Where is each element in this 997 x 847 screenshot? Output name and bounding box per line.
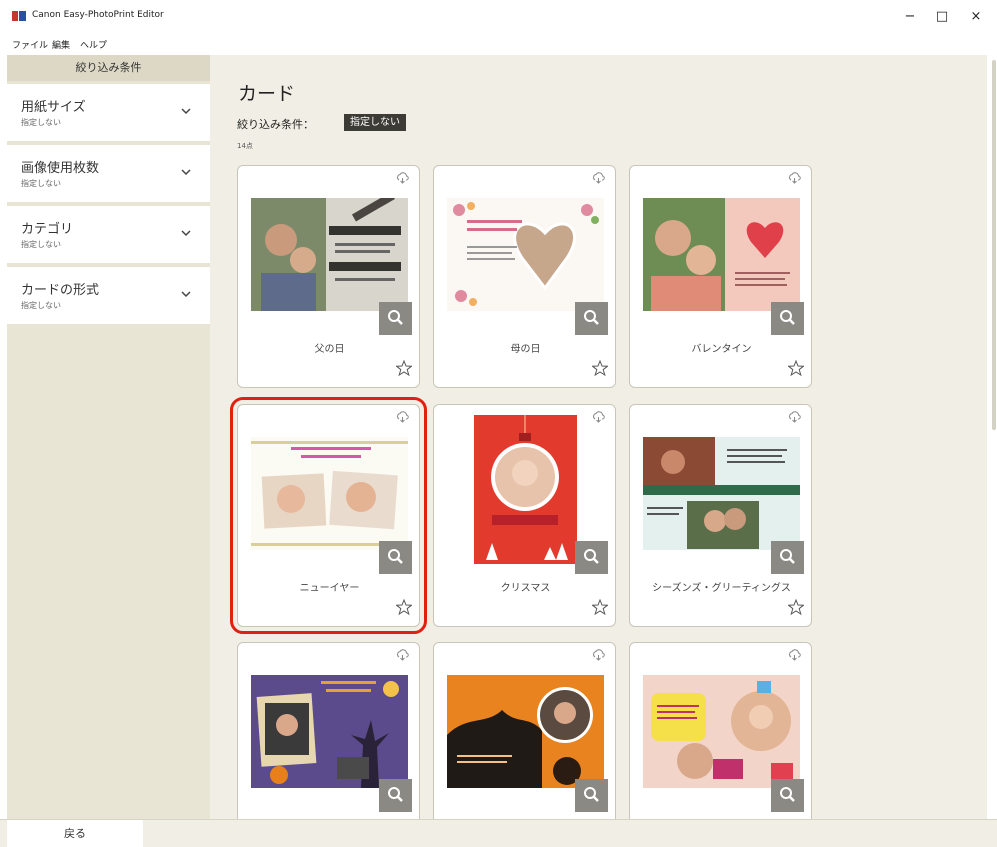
card-label: クリスマス xyxy=(500,583,551,594)
card-label: バレンタイン xyxy=(691,344,752,355)
card-thumbnail xyxy=(643,675,800,788)
favorite-star-icon[interactable] xyxy=(788,599,804,615)
scrollbar-thumb[interactable] xyxy=(992,60,996,430)
sidebar-header: 絞り込み条件 xyxy=(7,55,210,81)
card-label: 父の日 xyxy=(314,344,345,355)
back-button[interactable]: 戻る xyxy=(7,820,143,847)
minimize-button[interactable]: − xyxy=(900,8,920,26)
search-icon xyxy=(780,549,795,564)
filter-title: カテゴリ xyxy=(21,222,74,237)
card-thumbnail xyxy=(643,198,800,311)
filter-condition-chip: 指定しない xyxy=(344,114,406,131)
favorite-star-icon[interactable] xyxy=(396,360,412,376)
filter-value: 指定しない xyxy=(21,179,61,188)
cloud-download-icon xyxy=(789,172,801,184)
maximize-button[interactable]: □ xyxy=(932,8,952,26)
cloud-download-icon xyxy=(593,649,605,661)
template-card-halloween-2[interactable] xyxy=(433,642,616,819)
search-icon xyxy=(584,310,599,325)
card-label: シーズンズ・グリーティングス xyxy=(652,583,791,594)
filter-image-count[interactable]: 画像使用枚数 指定しない xyxy=(7,145,210,204)
search-icon xyxy=(388,787,403,802)
chevron-down-icon xyxy=(181,291,191,298)
template-card-mothers-day[interactable]: 母の日 xyxy=(433,165,616,388)
zoom-button[interactable] xyxy=(379,541,412,574)
menu-bar: ファイル 編集 ヘルプ xyxy=(0,34,997,54)
template-card-seasons-greetings[interactable]: シーズンズ・グリーティングス xyxy=(629,404,812,627)
card-thumbnail xyxy=(447,675,604,788)
cloud-download-icon xyxy=(593,172,605,184)
favorite-star-icon[interactable] xyxy=(592,360,608,376)
template-card-birthday[interactable] xyxy=(629,642,812,819)
card-thumbnail xyxy=(474,415,577,564)
filter-title: 用紙サイズ xyxy=(21,100,86,115)
search-icon xyxy=(388,549,403,564)
favorite-star-icon[interactable] xyxy=(788,360,804,376)
filter-value: 指定しない xyxy=(21,301,61,310)
zoom-button[interactable] xyxy=(379,779,412,812)
title-bar: Canon Easy-PhotoPrint Editor − □ × xyxy=(0,0,997,34)
template-card-halloween-1[interactable] xyxy=(237,642,420,819)
filter-sidebar: 絞り込み条件 用紙サイズ 指定しない 画像使用枚数 指定しない カテゴリ 指定し… xyxy=(7,55,210,819)
page-title: カード xyxy=(238,83,296,105)
filter-value: 指定しない xyxy=(21,240,61,249)
result-count: 14点 xyxy=(237,142,253,150)
filter-category[interactable]: カテゴリ 指定しない xyxy=(7,206,210,265)
template-card-new-year[interactable]: ニューイヤー xyxy=(230,397,427,634)
zoom-button[interactable] xyxy=(771,302,804,335)
filter-condition-label: 絞り込み条件： xyxy=(237,118,314,131)
zoom-button[interactable] xyxy=(379,302,412,335)
cloud-download-icon xyxy=(397,411,409,423)
cloud-download-icon xyxy=(593,411,605,423)
zoom-button[interactable] xyxy=(575,302,608,335)
menu-edit[interactable]: 編集 xyxy=(52,38,70,51)
cloud-download-icon xyxy=(789,649,801,661)
footer-bar: 戻る xyxy=(0,819,997,847)
zoom-button[interactable] xyxy=(575,779,608,812)
favorite-star-icon[interactable] xyxy=(396,599,412,615)
zoom-button[interactable] xyxy=(575,541,608,574)
template-card-valentine[interactable]: バレンタイン xyxy=(629,165,812,388)
cloud-download-icon xyxy=(397,649,409,661)
menu-file[interactable]: ファイル xyxy=(12,38,48,51)
search-icon xyxy=(388,310,403,325)
filter-paper-size[interactable]: 用紙サイズ 指定しない xyxy=(7,84,210,143)
search-icon xyxy=(780,787,795,802)
filter-title: カードの形式 xyxy=(21,283,100,298)
favorite-star-icon[interactable] xyxy=(592,599,608,615)
card-thumbnail xyxy=(251,675,408,788)
card-label: ニューイヤー xyxy=(299,583,360,594)
filter-card-format[interactable]: カードの形式 指定しない xyxy=(7,267,210,326)
chevron-down-icon xyxy=(181,230,191,237)
main-content: カード 絞り込み条件： 指定しない 14点 父の日 母の日 バレンタイン ニュー… xyxy=(210,55,987,819)
zoom-button[interactable] xyxy=(771,779,804,812)
search-icon xyxy=(584,787,599,802)
filter-title: 画像使用枚数 xyxy=(21,161,100,176)
card-thumbnail xyxy=(447,198,604,311)
filter-value: 指定しない xyxy=(21,118,61,127)
window-title: Canon Easy-PhotoPrint Editor xyxy=(32,10,164,20)
search-icon xyxy=(584,549,599,564)
cloud-download-icon xyxy=(397,172,409,184)
chevron-down-icon xyxy=(181,169,191,176)
app-logo-icon xyxy=(12,11,26,21)
card-thumbnail xyxy=(643,437,800,550)
menu-help[interactable]: ヘルプ xyxy=(80,38,107,51)
template-card-christmas[interactable]: クリスマス xyxy=(433,404,616,627)
chevron-down-icon xyxy=(181,108,191,115)
close-button[interactable]: × xyxy=(966,8,986,26)
search-icon xyxy=(780,310,795,325)
card-label: 母の日 xyxy=(510,344,541,355)
card-thumbnail xyxy=(251,437,408,550)
cloud-download-icon xyxy=(789,411,801,423)
template-card-fathers-day[interactable]: 父の日 xyxy=(237,165,420,388)
zoom-button[interactable] xyxy=(771,541,804,574)
card-thumbnail xyxy=(251,198,408,311)
